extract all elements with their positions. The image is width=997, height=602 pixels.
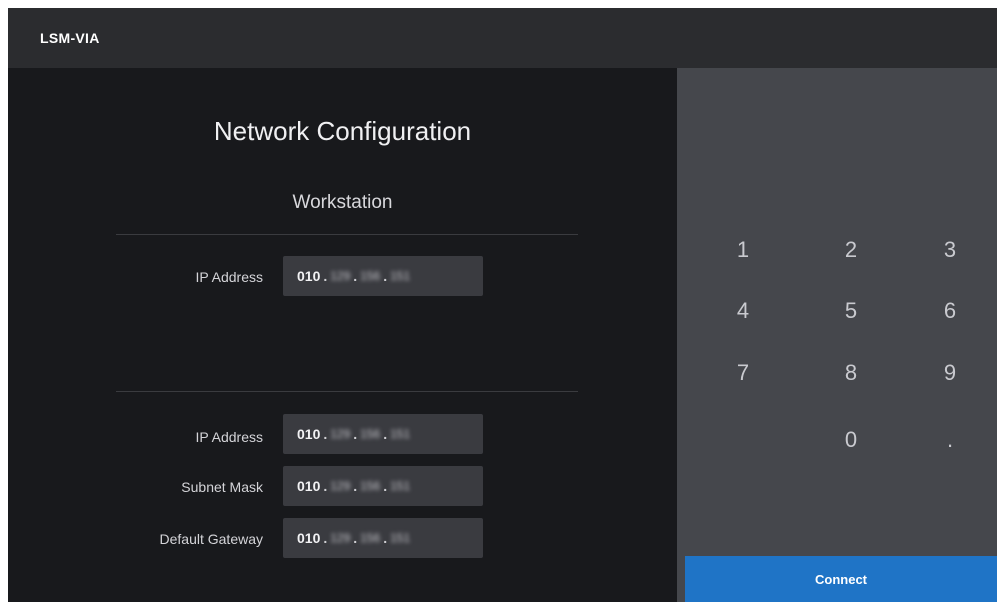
ip-octet-1: 010 [297, 478, 321, 494]
key-8[interactable]: 8 [811, 353, 891, 393]
ip-octet-3: 156 [360, 531, 381, 545]
device-ip-label: IP Address [195, 429, 263, 445]
divider-middle [116, 391, 578, 392]
ip-octet-3: 156 [360, 427, 381, 441]
keypad-panel: 1 2 3 4 5 6 7 8 9 0 . Connect [677, 68, 997, 602]
workstation-ip-label: IP Address [195, 269, 263, 285]
ip-octet-1: 010 [297, 268, 321, 284]
key-dot[interactable]: . [910, 420, 990, 460]
key-4[interactable]: 4 [703, 291, 783, 331]
ip-octet-1: 010 [297, 530, 321, 546]
connect-button[interactable]: Connect [685, 556, 997, 602]
page-title: Network Configuration [213, 116, 472, 146]
ip-octet-4: 151 [390, 531, 411, 545]
title-bar: LSM-VIA [8, 8, 997, 68]
subnet-mask-label: Subnet Mask [181, 479, 263, 495]
ip-octet-4: 151 [390, 269, 411, 283]
section-title-workstation: Workstation [292, 192, 393, 213]
network-config-panel: Network Configuration Workstation IP Add… [8, 68, 677, 602]
app-window: LSM-VIA Network Configuration Workstatio… [8, 8, 997, 602]
key-2[interactable]: 2 [811, 230, 891, 270]
key-7[interactable]: 7 [703, 353, 783, 393]
ip-octet-4: 151 [390, 479, 411, 493]
ip-octet-3: 156 [360, 479, 381, 493]
key-6[interactable]: 6 [910, 291, 990, 331]
default-gateway-label: Default Gateway [159, 531, 264, 547]
device-ip-field[interactable]: 010. 129. 156. 151 [283, 414, 483, 454]
ip-octet-1: 010 [297, 426, 321, 442]
ip-octet-2: 129 [330, 269, 351, 283]
ip-octet-2: 129 [330, 479, 351, 493]
app-title: LSM-VIA [40, 30, 100, 46]
ip-octet-4: 151 [390, 427, 411, 441]
subnet-mask-field[interactable]: 010. 129. 156. 151 [283, 466, 483, 506]
ip-octet-2: 129 [330, 427, 351, 441]
key-9[interactable]: 9 [910, 353, 990, 393]
key-5[interactable]: 5 [811, 291, 891, 331]
ip-octet-2: 129 [330, 531, 351, 545]
divider-top [116, 234, 578, 235]
key-1[interactable]: 1 [703, 230, 783, 270]
key-0[interactable]: 0 [811, 420, 891, 460]
ip-octet-3: 156 [360, 269, 381, 283]
key-3[interactable]: 3 [910, 230, 990, 270]
default-gateway-field[interactable]: 010. 129. 156. 151 [283, 518, 483, 558]
workstation-ip-field[interactable]: 010. 129. 156. 151 [283, 256, 483, 296]
